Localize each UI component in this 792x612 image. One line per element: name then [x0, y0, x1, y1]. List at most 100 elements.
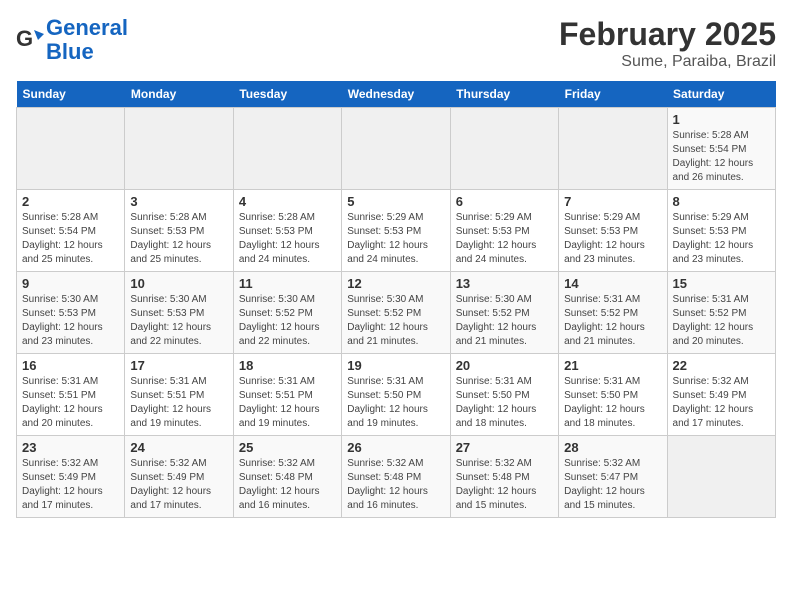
day-header-tuesday: Tuesday [233, 81, 341, 108]
calendar-cell [342, 108, 450, 190]
day-info: Sunrise: 5:31 AM Sunset: 5:51 PM Dayligh… [239, 375, 336, 431]
day-info: Sunrise: 5:32 AM Sunset: 5:49 PM Dayligh… [673, 375, 770, 431]
calendar-cell: 25 Sunrise: 5:32 AM Sunset: 5:48 PM Dayli… [233, 436, 341, 518]
day-info: Sunrise: 5:31 AM Sunset: 5:50 PM Dayligh… [456, 375, 553, 431]
calendar-cell [559, 108, 667, 190]
day-number: 27 [456, 440, 553, 455]
day-info: Sunrise: 5:29 AM Sunset: 5:53 PM Dayligh… [673, 211, 770, 267]
day-number: 25 [239, 440, 336, 455]
calendar-cell: 5 Sunrise: 5:29 AM Sunset: 5:53 PM Daylig… [342, 190, 450, 272]
day-info: Sunrise: 5:32 AM Sunset: 5:48 PM Dayligh… [239, 457, 336, 513]
day-number: 12 [347, 276, 444, 291]
calendar-cell [17, 108, 125, 190]
logo-text: General Blue [46, 16, 128, 64]
calendar-title: February 2025 [559, 16, 776, 53]
day-number: 24 [130, 440, 227, 455]
day-info: Sunrise: 5:30 AM Sunset: 5:52 PM Dayligh… [239, 293, 336, 349]
day-info: Sunrise: 5:29 AM Sunset: 5:53 PM Dayligh… [347, 211, 444, 267]
day-header-sunday: Sunday [17, 81, 125, 108]
day-number: 3 [130, 194, 227, 209]
day-number: 7 [564, 194, 661, 209]
calendar-cell: 8 Sunrise: 5:29 AM Sunset: 5:53 PM Daylig… [667, 190, 775, 272]
calendar-week-row: 23 Sunrise: 5:32 AM Sunset: 5:49 PM Dayli… [17, 436, 776, 518]
calendar-cell: 26 Sunrise: 5:32 AM Sunset: 5:48 PM Dayli… [342, 436, 450, 518]
day-info: Sunrise: 5:31 AM Sunset: 5:50 PM Dayligh… [347, 375, 444, 431]
day-info: Sunrise: 5:31 AM Sunset: 5:51 PM Dayligh… [130, 375, 227, 431]
calendar-cell: 28 Sunrise: 5:32 AM Sunset: 5:47 PM Dayli… [559, 436, 667, 518]
logo-icon: G [16, 26, 44, 54]
day-number: 1 [673, 112, 770, 127]
title-block: February 2025 Sume, Paraiba, Brazil [559, 16, 776, 71]
calendar-cell: 21 Sunrise: 5:31 AM Sunset: 5:50 PM Dayli… [559, 354, 667, 436]
calendar-cell: 3 Sunrise: 5:28 AM Sunset: 5:53 PM Daylig… [125, 190, 233, 272]
day-info: Sunrise: 5:32 AM Sunset: 5:49 PM Dayligh… [130, 457, 227, 513]
day-info: Sunrise: 5:32 AM Sunset: 5:49 PM Dayligh… [22, 457, 119, 513]
calendar-cell: 12 Sunrise: 5:30 AM Sunset: 5:52 PM Dayli… [342, 272, 450, 354]
calendar-cell [667, 436, 775, 518]
day-number: 8 [673, 194, 770, 209]
day-header-wednesday: Wednesday [342, 81, 450, 108]
calendar-cell: 16 Sunrise: 5:31 AM Sunset: 5:51 PM Dayli… [17, 354, 125, 436]
day-info: Sunrise: 5:30 AM Sunset: 5:52 PM Dayligh… [347, 293, 444, 349]
calendar-cell: 6 Sunrise: 5:29 AM Sunset: 5:53 PM Daylig… [450, 190, 558, 272]
day-info: Sunrise: 5:31 AM Sunset: 5:50 PM Dayligh… [564, 375, 661, 431]
calendar-cell: 11Sunrise: 5:30 AM Sunset: 5:52 PM Dayli… [233, 272, 341, 354]
day-number: 16 [22, 358, 119, 373]
day-info: Sunrise: 5:32 AM Sunset: 5:48 PM Dayligh… [347, 457, 444, 513]
calendar-week-row: 9 Sunrise: 5:30 AM Sunset: 5:53 PM Daylig… [17, 272, 776, 354]
day-number: 20 [456, 358, 553, 373]
day-info: Sunrise: 5:30 AM Sunset: 5:52 PM Dayligh… [456, 293, 553, 349]
calendar-cell [450, 108, 558, 190]
day-number: 22 [673, 358, 770, 373]
logo-general: General [46, 15, 128, 40]
day-number: 2 [22, 194, 119, 209]
day-info: Sunrise: 5:31 AM Sunset: 5:51 PM Dayligh… [22, 375, 119, 431]
page-header: G General Blue February 2025 Sume, Parai… [16, 16, 776, 71]
calendar-week-row: 2 Sunrise: 5:28 AM Sunset: 5:54 PM Daylig… [17, 190, 776, 272]
day-number: 23 [22, 440, 119, 455]
logo: G General Blue [16, 16, 128, 64]
day-number: 10 [130, 276, 227, 291]
day-header-saturday: Saturday [667, 81, 775, 108]
day-info: Sunrise: 5:28 AM Sunset: 5:53 PM Dayligh… [130, 211, 227, 267]
calendar-cell: 27 Sunrise: 5:32 AM Sunset: 5:48 PM Dayli… [450, 436, 558, 518]
calendar-cell: 23 Sunrise: 5:32 AM Sunset: 5:49 PM Dayli… [17, 436, 125, 518]
day-info: Sunrise: 5:32 AM Sunset: 5:48 PM Dayligh… [456, 457, 553, 513]
calendar-header-row: SundayMondayTuesdayWednesdayThursdayFrid… [17, 81, 776, 108]
day-info: Sunrise: 5:28 AM Sunset: 5:54 PM Dayligh… [22, 211, 119, 267]
day-info: Sunrise: 5:28 AM Sunset: 5:54 PM Dayligh… [673, 129, 770, 185]
calendar-cell: 1 Sunrise: 5:28 AM Sunset: 5:54 PM Daylig… [667, 108, 775, 190]
day-info: Sunrise: 5:31 AM Sunset: 5:52 PM Dayligh… [673, 293, 770, 349]
calendar-cell: 7 Sunrise: 5:29 AM Sunset: 5:53 PM Daylig… [559, 190, 667, 272]
calendar-cell: 10 Sunrise: 5:30 AM Sunset: 5:53 PM Dayli… [125, 272, 233, 354]
svg-text:G: G [16, 26, 33, 51]
calendar-cell: 4Sunrise: 5:28 AM Sunset: 5:53 PM Daylig… [233, 190, 341, 272]
day-number: 21 [564, 358, 661, 373]
calendar-cell: 15 Sunrise: 5:31 AM Sunset: 5:52 PM Dayli… [667, 272, 775, 354]
day-info: Sunrise: 5:30 AM Sunset: 5:53 PM Dayligh… [22, 293, 119, 349]
calendar-cell [125, 108, 233, 190]
day-info: Sunrise: 5:29 AM Sunset: 5:53 PM Dayligh… [564, 211, 661, 267]
logo-blue: Blue [46, 39, 94, 64]
day-number: 4 [239, 194, 336, 209]
calendar-cell: 18Sunrise: 5:31 AM Sunset: 5:51 PM Dayli… [233, 354, 341, 436]
day-number: 15 [673, 276, 770, 291]
day-number: 26 [347, 440, 444, 455]
day-info: Sunrise: 5:32 AM Sunset: 5:47 PM Dayligh… [564, 457, 661, 513]
calendar-cell: 2 Sunrise: 5:28 AM Sunset: 5:54 PM Daylig… [17, 190, 125, 272]
day-number: 5 [347, 194, 444, 209]
day-number: 6 [456, 194, 553, 209]
day-info: Sunrise: 5:30 AM Sunset: 5:53 PM Dayligh… [130, 293, 227, 349]
day-header-monday: Monday [125, 81, 233, 108]
calendar-cell: 9 Sunrise: 5:30 AM Sunset: 5:53 PM Daylig… [17, 272, 125, 354]
calendar-week-row: 16 Sunrise: 5:31 AM Sunset: 5:51 PM Dayli… [17, 354, 776, 436]
day-number: 13 [456, 276, 553, 291]
day-number: 17 [130, 358, 227, 373]
calendar-cell: 17 Sunrise: 5:31 AM Sunset: 5:51 PM Dayli… [125, 354, 233, 436]
day-number: 14 [564, 276, 661, 291]
calendar-cell: 13 Sunrise: 5:30 AM Sunset: 5:52 PM Dayli… [450, 272, 558, 354]
day-header-friday: Friday [559, 81, 667, 108]
day-number: 9 [22, 276, 119, 291]
day-info: Sunrise: 5:29 AM Sunset: 5:53 PM Dayligh… [456, 211, 553, 267]
day-number: 28 [564, 440, 661, 455]
